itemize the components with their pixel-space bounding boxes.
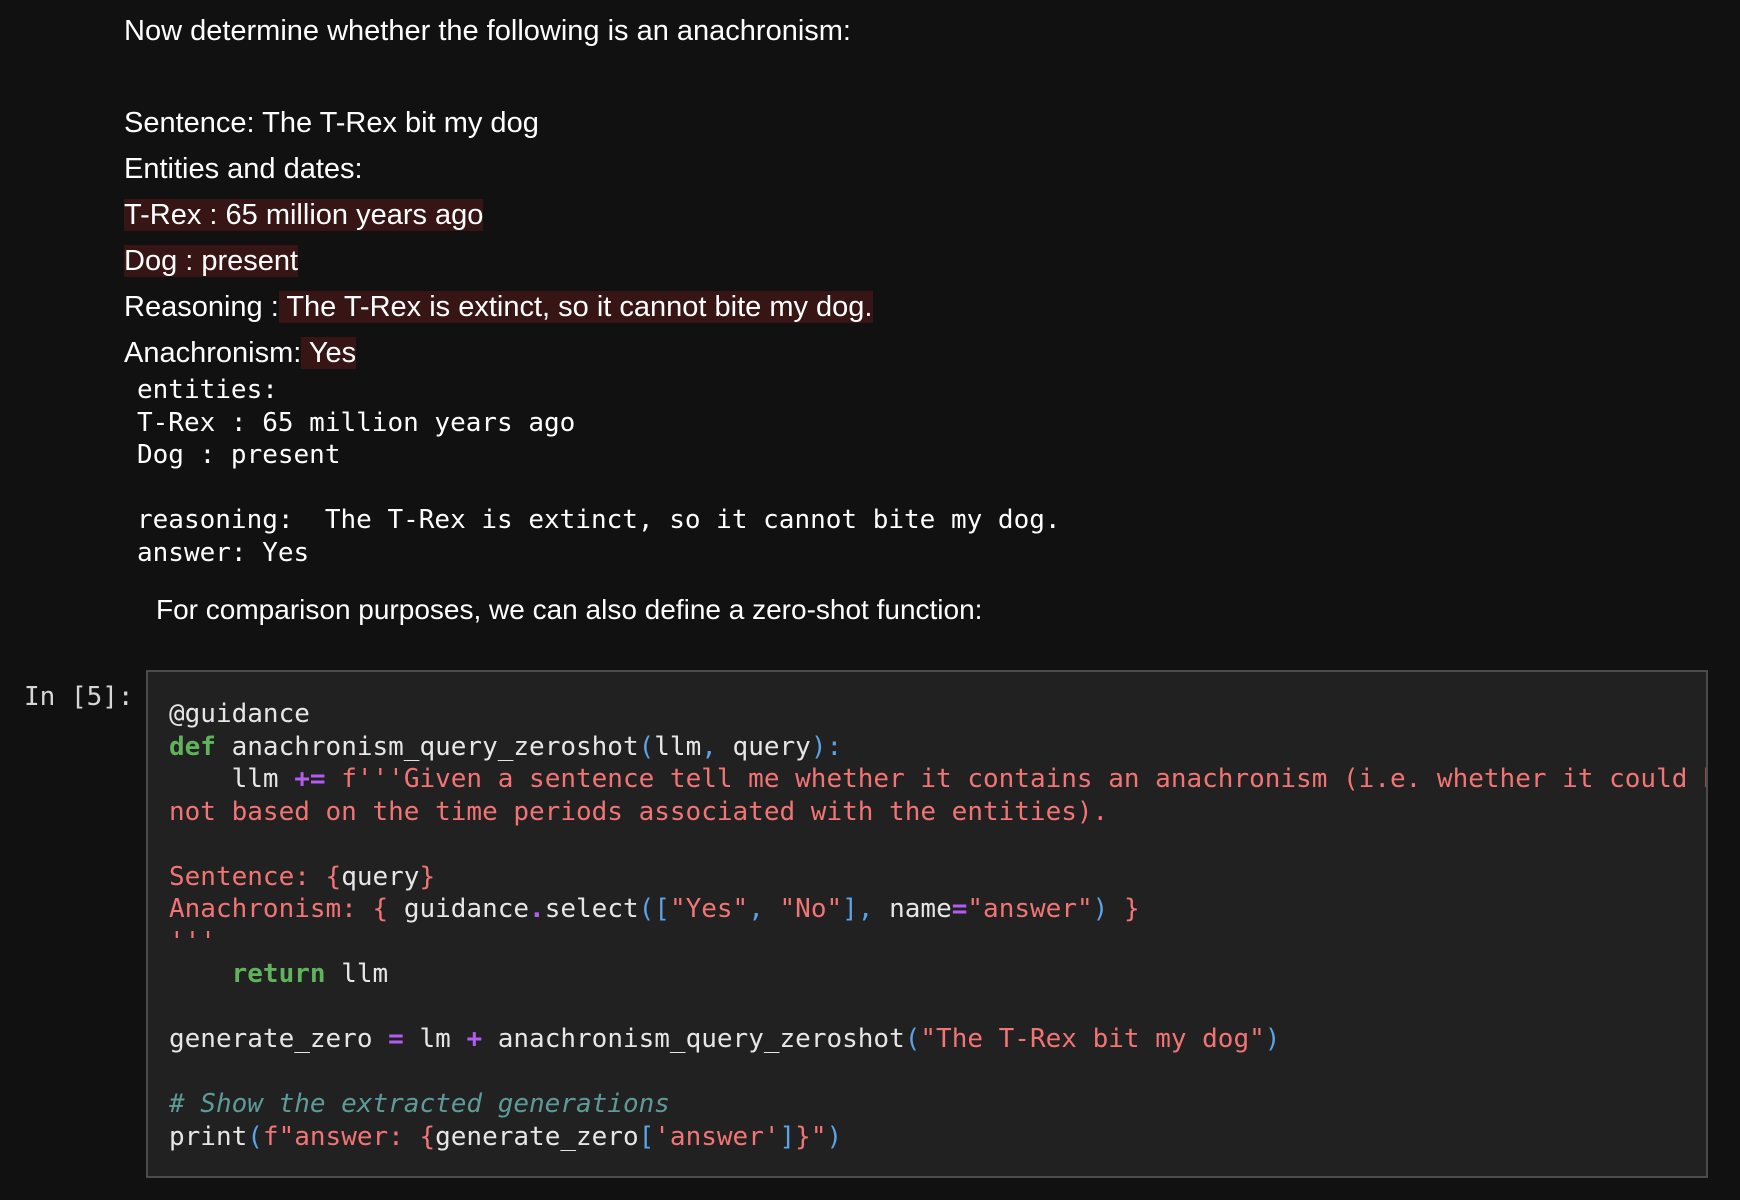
string: "No" [779,894,843,924]
markdown-cell-text: For comparison purposes, we can also def… [156,594,983,625]
function-name: print [169,1121,248,1152]
code-line: ''' [169,926,1706,959]
operator: . [529,894,545,924]
generated-entity-dog-text: Dog : present [124,245,299,277]
paren: ) [826,1121,843,1152]
code-line: return llm [169,958,1706,991]
string: 'answer' [654,1121,780,1152]
paren: ( [904,1024,921,1054]
reasoning-label: Reasoning : [124,291,279,323]
paren: ([ [638,894,670,924]
variable: generate_zero [435,1121,639,1152]
paren-colon: ): [810,731,843,762]
generated-entities-header: Entities and dates: [124,153,363,185]
variable: llm [169,764,295,794]
function-name: anachronism_query_zeroshot [482,1024,905,1054]
variable: lm [403,1024,467,1054]
paren: ], [842,894,874,924]
code-line: not based on the time periods associated… [169,796,1706,829]
paren: ( [638,731,655,762]
generated-sentence: Sentence: The T-Rex bit my dog [124,107,539,139]
comma: , [701,731,717,762]
variable: llm [325,959,389,989]
string: "The T-Rex bit my dog" [920,1024,1265,1054]
stdout-line [137,472,1061,505]
string: not based on the time periods associated… [169,796,1109,827]
paren: ) [1264,1024,1281,1054]
stdout-line: entities: [137,375,278,405]
code-line: generate_zero = lm + anachronism_query_z… [169,1023,1706,1056]
generated-reasoning: Reasoning : The T-Rex is extinct, so it … [124,288,873,326]
generated-entity-dog: Dog : present [124,242,299,280]
string: } [419,861,436,892]
stdout-line: Dog : present [137,440,341,470]
keyword-return: return [231,959,326,989]
code-line: def anachronism_query_zeroshot(llm, quer… [169,731,1706,764]
bracket: ] [779,1121,796,1152]
string: }" [795,1121,827,1152]
reasoning-value: The T-Rex is extinct, so it cannot bite … [278,291,873,323]
code-cell-editor[interactable]: @guidance def anachronism_query_zeroshot(… [146,670,1708,1178]
variable: guidance [403,894,530,924]
variable: name [873,894,952,924]
code-line: @guidance [169,698,1706,731]
string: "answer" [967,894,1093,924]
operator: = [951,894,968,924]
decorator: @guidance [169,699,310,729]
param: query [716,731,811,762]
keyword-def: def [169,731,216,762]
code-line: Sentence: {query} [169,861,1706,894]
stdout-line: reasoning: The T-Rex is extinct, so it c… [137,505,1061,535]
function-name: select [544,894,639,924]
string: f"answer: { [262,1121,436,1152]
generated-intro-text: Now determine whether the following is a… [124,15,851,47]
cell-output-area: Now determine whether the following is a… [124,0,1714,660]
stdout-line: answer: Yes [137,537,310,568]
paren: ) [1092,894,1109,924]
operator: + [466,1024,483,1054]
code-block[interactable]: @guidance def anachronism_query_zeroshot(… [169,698,1706,1154]
generated-anachronism: Anachronism: Yes [124,334,357,372]
variable: query [341,861,420,892]
cell-prompt: In [5]: [24,682,134,712]
operator: = [388,1024,404,1054]
comment: # Show the extracted generations [169,1089,670,1119]
code-line: llm += f'''Given a sentence tell me whet… [169,763,1706,796]
code-line: # Show the extracted generations [169,1088,1706,1121]
generated-entity-trex-text: T-Rex : 65 million years ago [124,199,484,231]
stdout-line: T-Rex : 65 million years ago [137,407,576,438]
function-name: anachronism_query_zeroshot [215,731,639,762]
bracket: [ [638,1121,655,1152]
anachronism-label: Anachronism: [124,337,302,369]
anachronism-value: Yes [301,337,357,369]
generated-entity-trex: T-Rex : 65 million years ago [124,196,484,234]
variable: generate_zero [169,1024,389,1054]
string: Sentence: { [169,861,342,892]
string: f'''Given a sentence tell me whether it … [341,764,1706,794]
string: Anachronism: { [169,894,404,924]
stdout-output: entities: T-Rex : 65 million years ago Dog… [137,374,1061,569]
code-line: print(f"answer: {generate_zero['answer']… [169,1121,1706,1154]
code-line: Anachronism: { guidance.select(["Yes", "… [169,893,1706,926]
string: "Yes" [669,894,749,924]
string: ''' [169,926,216,957]
param: llm [654,731,702,762]
comma: , [748,894,780,924]
string: } [1108,894,1140,924]
operator: += [294,764,326,794]
paren: ( [247,1121,263,1152]
